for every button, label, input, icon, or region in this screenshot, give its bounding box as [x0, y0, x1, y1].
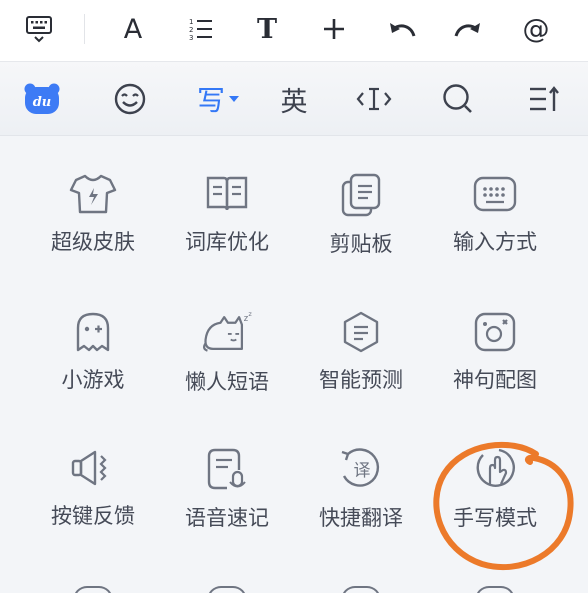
keyboard-icon	[473, 176, 517, 212]
add-icon	[324, 19, 344, 39]
english-mode-label: 英	[280, 86, 308, 118]
font-button[interactable]: A	[108, 6, 158, 52]
feature-grid: 超级皮肤 词库优化 剪贴板 输入方式 小游戏 z z 懒人短语 智能预测 神句配…	[0, 136, 588, 593]
svg-text:z: z	[248, 310, 252, 318]
mode-bar: du 写 英	[0, 62, 588, 136]
sleeping-cat-icon: z z	[202, 310, 252, 352]
partial-row-icon	[475, 586, 515, 593]
cursor-move-icon	[356, 87, 392, 111]
toolbar-divider	[84, 14, 85, 44]
at-icon: @	[522, 13, 550, 45]
feature-label: 按键反馈	[51, 504, 135, 528]
search-icon	[443, 84, 472, 113]
search-button[interactable]	[430, 76, 486, 122]
at-button[interactable]: @	[511, 6, 561, 52]
feature-label: 手写模式	[453, 506, 537, 530]
feature-smart-predict[interactable]: 智能预测	[294, 274, 428, 394]
feature-label: 神句配图	[453, 368, 537, 392]
feature-label: 超级皮肤	[51, 230, 135, 254]
tshirt-icon	[69, 174, 117, 214]
feature-lazy-phrases[interactable]: z z 懒人短语	[160, 274, 294, 394]
feature-label: 快捷翻译	[319, 506, 403, 530]
feature-label: 懒人短语	[185, 370, 269, 394]
handwriting-icon	[476, 448, 515, 487]
handwrite-mode-tab[interactable]: 写	[190, 76, 246, 122]
partial-row-icon	[73, 586, 113, 593]
feature-input-method[interactable]: 输入方式	[428, 136, 562, 256]
smart-predict-icon	[343, 311, 379, 353]
feature-mini-games[interactable]: 小游戏	[26, 274, 160, 394]
handwrite-mode-label: 写	[196, 84, 225, 117]
svg-text:1: 1	[189, 18, 193, 26]
feature-key-feedback[interactable]: 按键反馈	[26, 410, 160, 530]
font-icon: A	[123, 13, 143, 45]
keyboard-hide-button[interactable]	[516, 76, 572, 122]
partial-row-icon	[207, 586, 247, 593]
svg-text:2: 2	[189, 26, 193, 34]
numbered-list-icon: 1 2 3	[189, 18, 212, 42]
feature-label: 剪贴板	[329, 232, 393, 256]
partial-row-icon	[341, 586, 381, 593]
du-logo-button[interactable]: du	[14, 76, 70, 122]
feature-quote-images[interactable]: 神句配图	[428, 274, 562, 394]
english-mode-tab[interactable]: 英	[266, 76, 322, 122]
voice-note-icon	[207, 448, 246, 490]
feature-label: 输入方式	[453, 230, 537, 254]
feature-super-skin[interactable]: 超级皮肤	[26, 136, 160, 256]
feature-voice-notes[interactable]: 语音速记	[160, 410, 294, 530]
speaker-vibrate-icon	[71, 450, 107, 486]
feature-lexicon-optimize[interactable]: 词库优化	[160, 136, 294, 256]
clipboard-icon	[341, 173, 381, 217]
top-toolbar: A 1 2 3 T @	[0, 0, 588, 62]
numbered-list-button[interactable]: 1 2 3	[176, 6, 226, 52]
smiley-icon	[114, 83, 146, 115]
feature-clipboard[interactable]: 剪贴板	[294, 136, 428, 256]
keyboard-icon	[26, 16, 52, 43]
svg-text:du: du	[33, 95, 52, 110]
chevron-down-icon	[229, 96, 239, 102]
ghost-icon	[76, 312, 110, 352]
book-icon	[206, 176, 248, 211]
feature-quick-translate[interactable]: 译 快捷翻译	[294, 410, 428, 530]
feature-label: 语音速记	[185, 506, 269, 530]
redo-button[interactable]	[443, 6, 493, 52]
image-icon	[474, 312, 516, 352]
feature-handwriting-mode[interactable]: 手写模式	[428, 410, 562, 530]
cursor-move-button[interactable]	[346, 76, 402, 122]
feature-label: 词库优化	[185, 230, 269, 254]
svg-text:3: 3	[189, 34, 193, 42]
undo-button[interactable]	[377, 6, 427, 52]
emoji-button[interactable]	[102, 76, 158, 122]
keyboard-toggle-button[interactable]	[14, 6, 64, 52]
text-format-button[interactable]: T	[242, 6, 292, 52]
redo-icon	[454, 23, 480, 37]
translate-icon: 译	[341, 448, 380, 487]
feature-label: 小游戏	[61, 368, 125, 392]
undo-icon	[390, 23, 416, 37]
add-button[interactable]	[309, 6, 359, 52]
du-bear-logo-icon: du	[24, 83, 60, 114]
feature-label: 智能预测	[319, 368, 403, 392]
svg-text:译: 译	[354, 461, 371, 481]
collapse-menu-icon	[530, 86, 559, 111]
text-icon: T	[256, 13, 278, 45]
